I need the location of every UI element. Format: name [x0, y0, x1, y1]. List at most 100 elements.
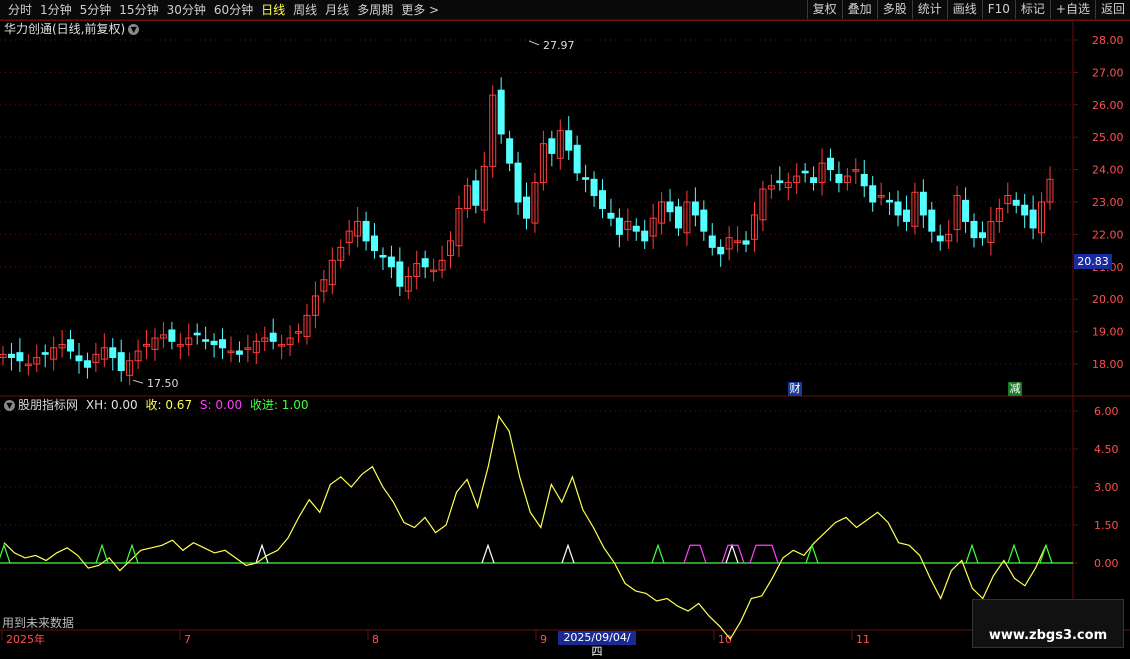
candle-body — [320, 279, 328, 292]
candle-body — [202, 339, 210, 342]
candle-body — [67, 339, 75, 352]
candle-body — [759, 188, 767, 221]
candle-body — [539, 143, 547, 184]
candle-body — [514, 162, 522, 203]
candle-body — [902, 209, 910, 222]
signal-spike — [481, 543, 495, 564]
candle-body — [894, 201, 902, 216]
candle-body — [159, 334, 167, 339]
period-tab-5[interactable]: 60分钟 — [210, 2, 257, 18]
candle-body — [649, 217, 657, 237]
candle-body — [7, 353, 15, 359]
candle-body — [548, 138, 556, 154]
candle-body — [33, 357, 41, 365]
period-tab-3[interactable]: 15分钟 — [115, 2, 162, 18]
candle-body — [843, 175, 851, 184]
candle-body — [691, 201, 699, 216]
candle-body — [1021, 204, 1029, 216]
candle-body — [16, 352, 24, 362]
period-tab-8[interactable]: 月线 — [321, 2, 353, 18]
candle-body — [919, 191, 927, 216]
candle-body — [953, 195, 961, 231]
toolbar-button-7[interactable]: +自选 — [1049, 0, 1095, 19]
toolbar-button-1[interactable]: 叠加 — [841, 0, 877, 19]
y-tick-label: 27.00 — [1092, 66, 1124, 79]
candle-body — [987, 220, 995, 244]
candle-body — [278, 344, 286, 347]
period-tab-0[interactable]: 分时 — [4, 2, 36, 18]
period-tab-4[interactable]: 30分钟 — [163, 2, 210, 18]
candle-body — [345, 230, 353, 244]
period-tab-2[interactable]: 5分钟 — [76, 2, 116, 18]
candle-body — [523, 196, 530, 219]
candle-body — [185, 337, 193, 346]
stock-title: 华力创通(日线,前复权) — [4, 22, 126, 36]
candle-body — [860, 173, 868, 187]
candle-body — [641, 230, 649, 242]
y-tick-label: 25.00 — [1092, 131, 1124, 144]
s-signal — [721, 544, 745, 564]
candle-body — [379, 254, 387, 258]
candle-body — [835, 173, 843, 184]
toolbar-button-8[interactable]: 返回 — [1094, 0, 1130, 19]
candle-body — [978, 232, 986, 239]
toolbar-button-3[interactable]: 统计 — [911, 0, 947, 19]
reduction-badge[interactable]: 减 — [1008, 382, 1022, 396]
candle-body — [455, 207, 463, 247]
candle-body — [489, 94, 497, 167]
shoujin-value: 收进: 1.00 — [249, 398, 309, 412]
indicator-line — [3, 414, 1047, 641]
candle-body — [117, 352, 125, 371]
candle-body — [396, 261, 404, 287]
candle-body — [0, 353, 7, 359]
candle-body — [219, 339, 227, 349]
period-tab-7[interactable]: 周线 — [289, 2, 321, 18]
period-tab-1[interactable]: 1分钟 — [36, 2, 76, 18]
toolbar-button-5[interactable]: F10 — [981, 0, 1015, 19]
toolbar-button-2[interactable]: 多股 — [876, 0, 912, 19]
chevron-down-icon[interactable]: ▼ — [4, 400, 15, 411]
toolbar-button-6[interactable]: 标记 — [1014, 0, 1050, 19]
ind-y-tick-label: 1.50 — [1094, 519, 1119, 532]
chart-canvas[interactable]: 28.0027.0026.0025.0024.0023.0022.0021.00… — [0, 0, 1130, 650]
s-signal — [683, 544, 707, 564]
candle-body — [708, 235, 716, 248]
toolbar-button-4[interactable]: 画线 — [946, 0, 982, 19]
candle-body — [430, 269, 438, 273]
ind-y-tick-label: 6.00 — [1094, 405, 1119, 418]
toolbar-actions: 复权 叠加 多股 统计 画线 F10 标记 +自选 返回 — [806, 0, 1130, 19]
candle-body — [818, 162, 826, 184]
x-tick-label: 2025年 — [6, 632, 45, 646]
chevron-down-icon[interactable]: ▼ — [128, 24, 140, 35]
x-tick-label: 7 — [184, 633, 191, 646]
candle-body — [92, 353, 100, 363]
toolbar-button-0[interactable]: 复权 — [806, 0, 842, 19]
candle-body — [869, 185, 877, 203]
candle-body — [700, 209, 708, 232]
candle-body — [126, 360, 134, 376]
period-tab-9[interactable]: 多周期 — [353, 2, 397, 18]
signal-spike — [255, 543, 269, 564]
x-tick-label: 8 — [372, 633, 379, 646]
candle-body — [1004, 195, 1012, 205]
candle-body — [573, 144, 581, 174]
financial-badge[interactable]: 财 — [788, 382, 802, 396]
candle-body — [995, 207, 1003, 222]
y-tick-label: 23.00 — [1092, 196, 1124, 209]
candle-body — [421, 258, 429, 268]
period-tab-6[interactable]: 日线 — [257, 2, 289, 18]
x-tick-label: 11 — [856, 633, 870, 646]
candle-body — [438, 259, 446, 271]
candle-body — [413, 263, 421, 278]
candle-body — [531, 182, 539, 224]
candle-body — [615, 217, 623, 235]
signal-spike — [95, 543, 109, 564]
candle-body — [41, 352, 49, 355]
signal-spike — [1007, 543, 1021, 564]
ind-y-tick-label: 3.00 — [1094, 481, 1119, 494]
signal-spike — [725, 543, 739, 564]
indicator-name[interactable]: 股朋指标网 — [18, 398, 78, 412]
x-tick-label: 10 — [718, 633, 732, 646]
period-tab-10[interactable]: 更多 > — [397, 2, 443, 18]
candle-body — [303, 314, 311, 337]
